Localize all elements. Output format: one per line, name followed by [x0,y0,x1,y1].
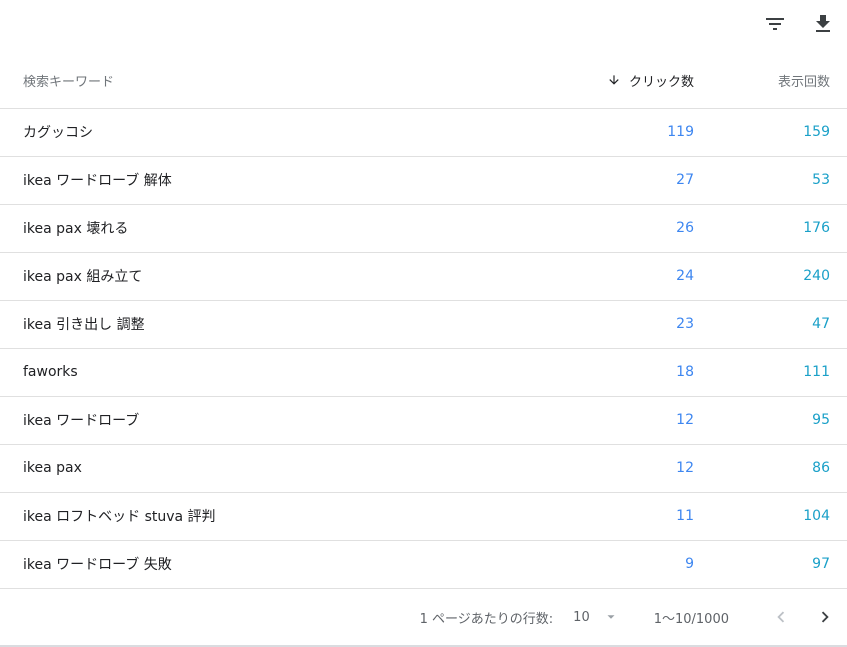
keyword-cell: ikea ワードローブ [0,396,500,445]
clicks-cell: 26 [500,204,707,253]
chevron-left-icon [777,611,785,623]
impressions-cell: 53 [707,156,847,205]
keyword-cell: ikea ワードローブ 解体 [0,156,500,205]
download-icon [816,15,830,32]
keyword-cell: ikea pax 壊れる [0,204,500,253]
keyword-cell: ikea ロフトベッド stuva 評判 [0,492,500,541]
impressions-cell: 111 [707,348,847,397]
impressions-cell: 176 [707,204,847,253]
search-queries-panel: 検索キーワード クリック数 表示回数 カグッコシ 119 159 ikea ワー… [0,0,847,647]
column-header-keyword[interactable]: 検索キーワード [0,54,500,109]
column-header-clicks[interactable]: クリック数 [500,54,707,109]
rows-per-page-select[interactable]: 10 [573,610,618,625]
column-header-impressions-label: 表示回数 [777,75,830,91]
keyword-cell: ikea 引き出し 調整 [0,300,500,349]
clicks-cell: 23 [500,300,707,349]
clicks-cell: 12 [500,444,707,493]
clicks-cell: 9 [500,540,707,589]
table-row[interactable]: カグッコシ 119 159 [0,108,847,157]
chevron-right-icon [821,611,829,623]
impressions-cell: 159 [707,108,847,157]
next-page-button[interactable] [807,599,843,635]
impressions-cell: 47 [707,300,847,349]
column-header-clicks-label: クリック数 [628,74,694,90]
clicks-cell: 27 [500,156,707,205]
impressions-cell: 104 [707,492,847,541]
table-row[interactable]: ikea ワードローブ 失敗 9 97 [0,540,847,589]
clicks-cell: 12 [500,396,707,445]
table-row[interactable]: ikea ワードローブ 12 95 [0,396,847,445]
filter-button[interactable] [755,4,795,44]
impressions-cell: 97 [707,540,847,589]
table-toolbar [755,0,847,48]
table-row[interactable]: ikea ロフトベッド stuva 評判 11 104 [0,492,847,541]
table-row[interactable]: faworks 18 111 [0,348,847,397]
table-row[interactable]: ikea pax 壊れる 26 176 [0,204,847,253]
table-row[interactable]: ikea 引き出し 調整 23 47 [0,300,847,349]
clicks-cell: 24 [500,252,707,301]
keyword-cell: カグッコシ [0,108,500,157]
clicks-cell: 119 [500,108,707,157]
table-header-row: 検索キーワード クリック数 表示回数 [0,54,847,109]
search-queries-table: 検索キーワード クリック数 表示回数 カグッコシ 119 159 ikea ワー… [0,54,847,589]
keyword-cell: ikea pax 組み立て [0,252,500,301]
table-row[interactable]: ikea pax 組み立て 24 240 [0,252,847,301]
download-button[interactable] [803,4,843,44]
keyword-cell: ikea ワードローブ 失敗 [0,540,500,589]
impressions-cell: 86 [707,444,847,493]
page-range-text: 1〜10/1000 [653,611,729,627]
column-header-impressions[interactable]: 表示回数 [707,54,847,109]
rows-per-page-label: 1 ページあたりの行数: [419,611,554,627]
previous-page-button[interactable] [763,599,799,635]
rows-per-page-value: 10 [573,609,590,625]
column-header-keyword-label: 検索キーワード [23,75,115,91]
arrow-down-icon [609,75,619,85]
clicks-cell: 11 [500,492,707,541]
table-row[interactable]: ikea ワードローブ 解体 27 53 [0,156,847,205]
clicks-cell: 18 [500,348,707,397]
impressions-cell: 240 [707,252,847,301]
impressions-cell: 95 [707,396,847,445]
pagination-bar: 1 ページあたりの行数: 10 1〜10/1000 [0,589,847,645]
table-row[interactable]: ikea pax 12 86 [0,444,847,493]
filter-icon [766,18,784,30]
keyword-cell: ikea pax [0,444,500,493]
keyword-cell: faworks [0,348,500,397]
dropdown-arrow-icon [607,615,615,619]
